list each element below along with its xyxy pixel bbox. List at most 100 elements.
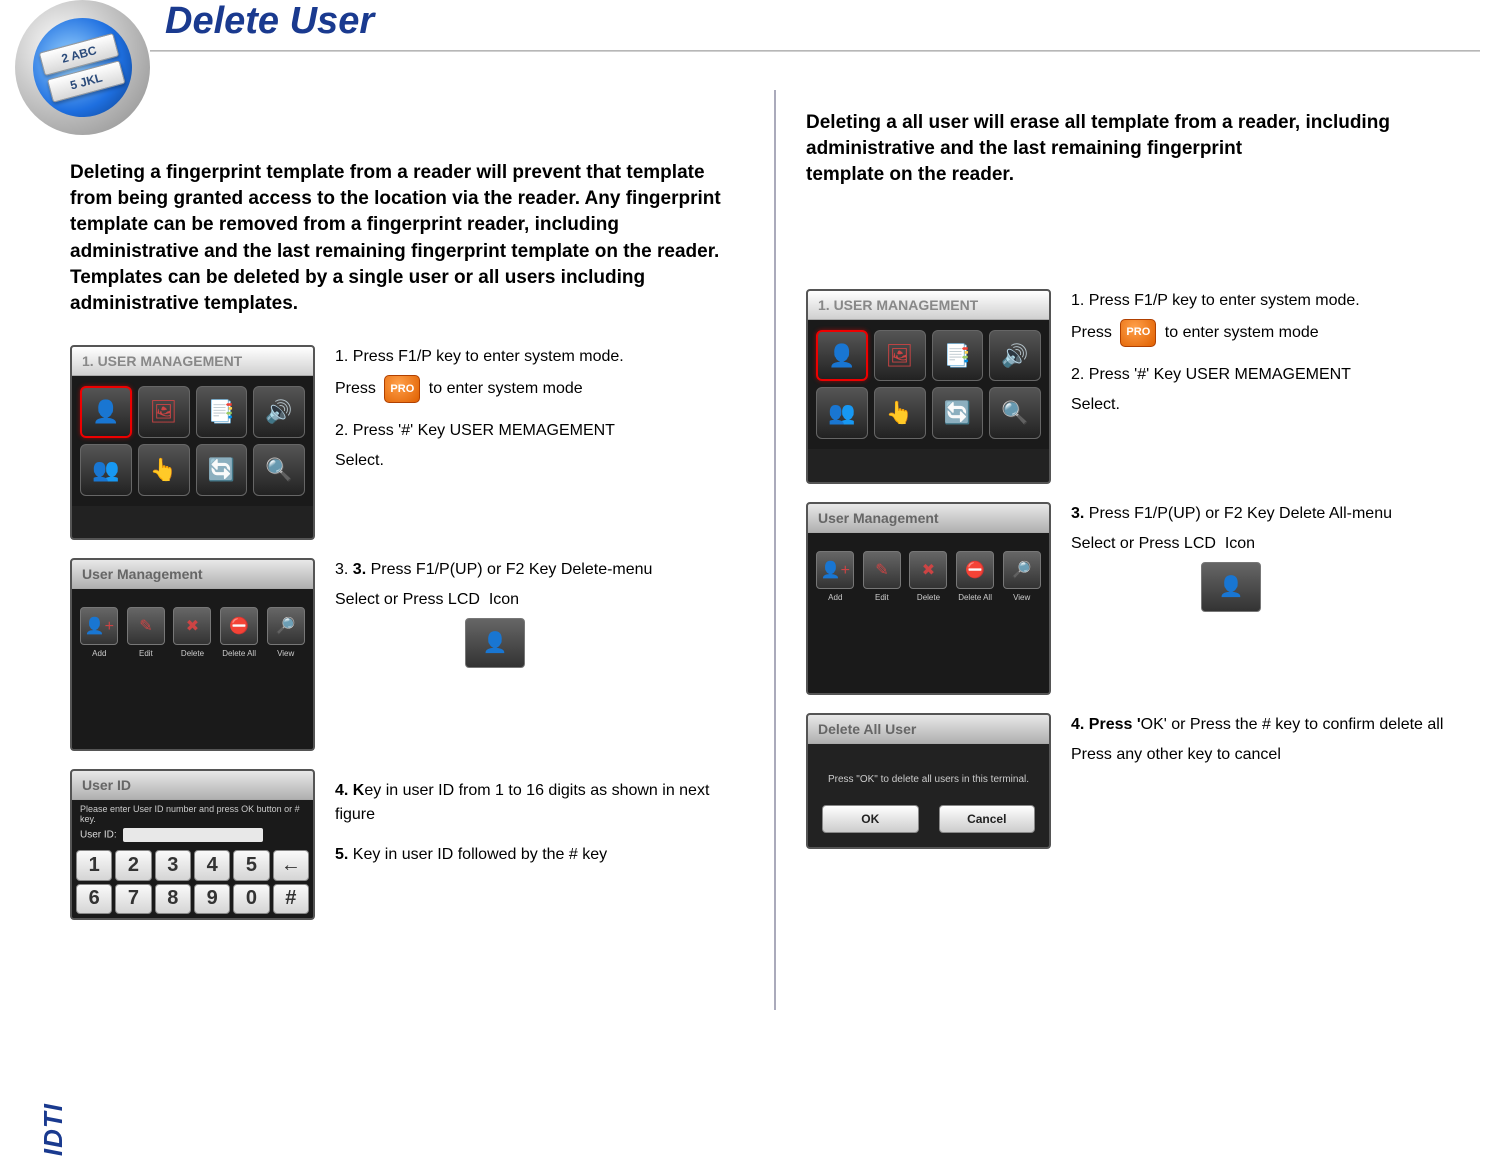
screenshot-key: 9 [194, 884, 230, 914]
screenshot-tile: 👥 [816, 387, 868, 439]
screenshot-key: 1 [76, 850, 112, 880]
screenshot-menu-label: View [1013, 593, 1030, 602]
step-text: Icon [484, 591, 519, 608]
step-text-block: 1. Press F1/P key to enter system mode. P… [335, 345, 744, 479]
screenshot-menu-item: ✎ Edit [861, 551, 904, 602]
step-text-block: 3. 3. Press F1/P(UP) or F2 Key Delete-me… [335, 558, 744, 668]
screenshot-tile: 👥 [80, 444, 132, 496]
step-text: Press [1071, 324, 1116, 341]
screenshot-menu-item: ✖ Delete [171, 607, 214, 658]
screenshot-key: 4 [194, 850, 230, 880]
step-text: to enter system mode [1160, 324, 1318, 341]
step-text: Press F1/P(UP) or F2 Key Delete-menu [366, 561, 652, 578]
screenshot-menu-item: ✖ Delete [907, 551, 950, 602]
step-text: Key in user ID followed by the # key [348, 846, 607, 863]
screenshot-menu-label: Edit [139, 649, 153, 658]
instruction-row: Delete All UserPress "OK" to delete all … [806, 713, 1480, 849]
step-text-block: 1. Press F1/P key to enter system mode. P… [1071, 289, 1480, 423]
step-text: to enter system mode [424, 381, 582, 398]
screenshot-menu-item: 👤+ Add [814, 551, 857, 602]
screenshot-menu-label: Delete [917, 593, 940, 602]
title-underline [150, 50, 1480, 52]
step-text: Icon [1220, 535, 1255, 552]
screenshot-title: Delete All User [808, 715, 1049, 744]
screenshot-menu-icon: ✎ [127, 607, 165, 645]
step-line: 3. Press F1/P(UP) or F2 Key Delete All-m… [1071, 502, 1470, 526]
screenshot-menu-icon: ✎ [863, 551, 901, 589]
screenshot-menu-item: ⛔Delete All [218, 607, 261, 658]
screenshot-key: 2 [115, 850, 151, 880]
screenshot-title: User Management [72, 560, 313, 589]
step-number: 1. [1071, 292, 1089, 309]
screenshot-key: 6 [76, 884, 112, 914]
screenshot-tile: 🖼 [138, 386, 190, 438]
step-text: OK' or Press the # key to confirm delete… [1141, 716, 1444, 733]
screenshot-key: 7 [115, 884, 151, 914]
screenshot-menu-label: Delete All [958, 593, 992, 602]
step-line: Select. [1071, 393, 1470, 417]
screenshot-ok-button: OK [822, 805, 919, 833]
screenshot-menu-icon: 👤+ [80, 607, 118, 645]
instruction-row: 1. USER MANAGEMENT👤🖼📑🔊👥👆🔄🔍1. Press F1/P … [70, 345, 744, 540]
screenshot-menu-label: Edit [875, 593, 889, 602]
step-text: Select. [1071, 396, 1120, 413]
screenshot-tile: 📑 [932, 330, 984, 382]
screenshot-title: User ID [72, 771, 313, 800]
screenshot-menu-icon: 👤+ [816, 551, 854, 589]
device-screenshot: 1. USER MANAGEMENT👤🖼📑🔊👥👆🔄🔍 [806, 289, 1051, 484]
screenshot-tile: 👆 [874, 387, 926, 439]
screenshot-tile: 🔄 [932, 387, 984, 439]
screenshot-tile: 📑 [196, 386, 248, 438]
screenshot-tile: 🔍 [253, 444, 305, 496]
screenshot-tile: 👤 [816, 330, 868, 382]
columns: Deleting a fingerprint template from a r… [70, 90, 1480, 1102]
step-line: Press PRO to enter system mode [335, 375, 734, 403]
step-text: ey in user ID from 1 to 16 digits as sho… [335, 782, 709, 823]
pro-badge-icon: PRO [384, 375, 420, 403]
step-line: Press PRO to enter system mode [1071, 319, 1470, 347]
pro-badge-icon: PRO [1120, 319, 1156, 347]
step-text: Press F1/P key to enter system mode. [1089, 292, 1360, 309]
step-line: 2. Press '#' Key USER MEMAGEMENT [335, 419, 734, 443]
step-line: Select or Press LCD Icon [335, 588, 734, 612]
screenshot-menu-label: Delete [181, 649, 204, 658]
screenshot-menu-icon: ✖ [909, 551, 947, 589]
step-bold: 3. [1071, 505, 1084, 522]
step-bold: 3. [353, 561, 366, 578]
screenshot-keypad-header: Please enter User ID number and press OK… [72, 800, 313, 846]
screenshot-menu-label: Add [828, 593, 842, 602]
step-text: Press '#' Key USER MEMAGEMENT [353, 422, 615, 439]
screenshot-key: # [273, 884, 309, 914]
step-number: 2. [335, 422, 353, 439]
instruction-row: 1. USER MANAGEMENT👤🖼📑🔊👥👆🔄🔍1. Press F1/P … [806, 289, 1480, 484]
step-line: 2. Press '#' Key USER MEMAGEMENT [1071, 363, 1470, 387]
device-screenshot: 1. USER MANAGEMENT👤🖼📑🔊👥👆🔄🔍 [70, 345, 315, 540]
delete-user-icon [465, 618, 525, 668]
screenshot-tile: 🔊 [989, 330, 1041, 382]
step-text: Select. [335, 452, 384, 469]
step-text: Press F1/P(UP) or F2 Key Delete All-menu [1084, 505, 1392, 522]
screenshot-cancel-button: Cancel [939, 805, 1036, 833]
screenshot-menu-icon: ✖ [173, 607, 211, 645]
step-line: 1. Press F1/P key to enter system mode. [335, 345, 734, 369]
device-screenshot: User Management 👤+Add✎ Edit ✖ Delete ⛔Delete … [70, 558, 315, 751]
right-column: Deleting a all user will erase all templ… [806, 90, 1480, 1102]
page-title: Delete User [165, 0, 374, 43]
step-line: Press any other key to cancel [1071, 743, 1470, 767]
screenshot-key: 8 [155, 884, 191, 914]
step-text-block: 4. Key in user ID from 1 to 16 digits as… [335, 769, 744, 873]
step-text: Press any other key to cancel [1071, 746, 1281, 763]
step-bold: 4. K [335, 782, 364, 799]
step-text-block: 3. Press F1/P(UP) or F2 Key Delete All-m… [1071, 502, 1480, 612]
screenshot-menu-item: ⛔Delete All [954, 551, 997, 602]
screenshot-menu-icon: ⛔ [220, 607, 258, 645]
instruction-row: User Management 👤+Add✎ Edit ✖ Delete ⛔Delete … [70, 558, 744, 751]
device-screenshot: User IDPlease enter User ID number and p… [70, 769, 315, 920]
screenshot-menu-item: 👤+Add [78, 607, 121, 658]
screenshot-key: ← [273, 850, 309, 880]
step-line: 4. Press 'OK' or Press the # key to conf… [1071, 713, 1470, 737]
step-number: 1. [335, 348, 353, 365]
screenshot-menu-icon: 🔎 [267, 607, 305, 645]
step-line: Select or Press LCD Icon [1071, 532, 1470, 556]
screenshot-menu-item: 🔎View [1000, 551, 1043, 602]
